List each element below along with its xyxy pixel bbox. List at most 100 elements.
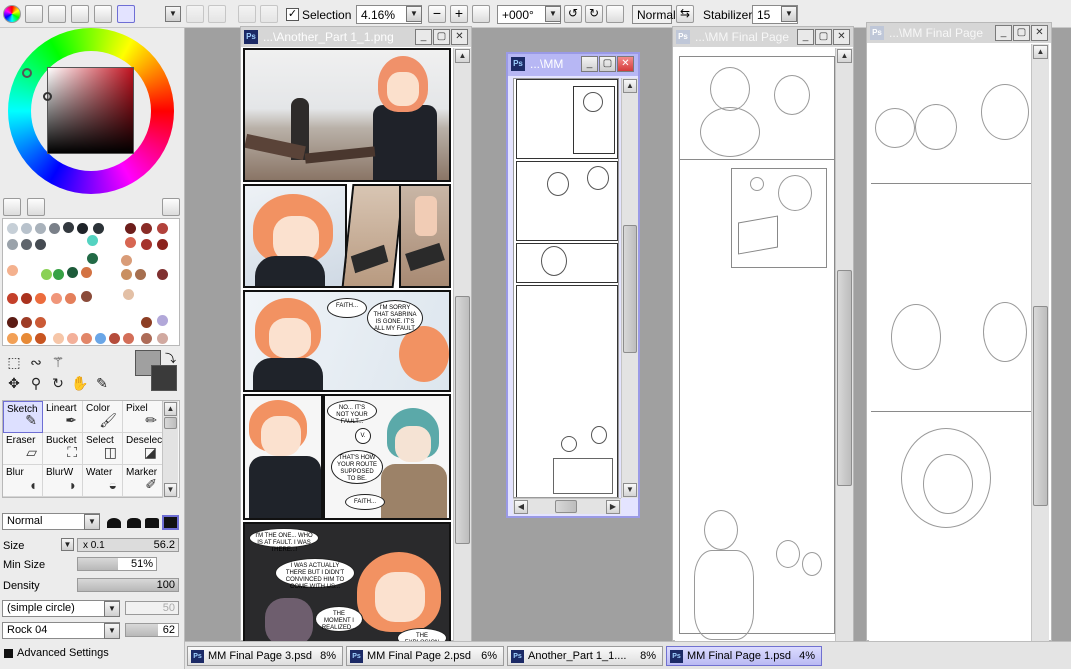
view-mode-select[interactable]: Normal (632, 5, 676, 24)
zoom-in-button[interactable]: + (450, 5, 468, 23)
scroll-up-icon[interactable]: ▲ (455, 49, 470, 63)
lasso-icon[interactable]: ∾ (27, 353, 45, 371)
size-slider[interactable]: x 0.1 56.2 (77, 538, 179, 552)
swatch-palette[interactable] (2, 218, 180, 346)
close-button[interactable]: ✕ (1031, 25, 1048, 41)
rotate-left-button[interactable]: ↺ (564, 5, 582, 23)
vertical-scrollbar[interactable]: ▲ (835, 48, 853, 642)
comic-canvas[interactable]: FAITH... I'M SORRY THAT SABRINA IS GONE.… (243, 48, 451, 642)
close-button[interactable]: ✕ (617, 56, 634, 72)
min-size-slider[interactable]: 51% (77, 557, 157, 571)
taskbar-document-tab[interactable]: Ps Another_Part 1_1.... 8% (507, 646, 663, 666)
hand-icon[interactable]: ✋ (71, 374, 89, 392)
brush-tool-water[interactable]: Water ◒ (83, 465, 123, 497)
move-icon[interactable]: ✥ (5, 374, 23, 392)
taskbar-document-tab[interactable]: Ps MM Final Page 2.psd 6% (346, 646, 504, 666)
minimize-button[interactable]: _ (415, 29, 432, 45)
color-wheel-tab-icon[interactable] (3, 5, 21, 23)
density-slider[interactable]: 100 (77, 578, 179, 592)
rgb-slider-tab-icon[interactable] (48, 5, 66, 23)
taskbar-document-tab[interactable]: Ps MM Final Page 3.psd 8% (187, 646, 343, 666)
eyedropper-icon[interactable]: ✎ (93, 374, 111, 392)
zoom-icon[interactable]: ⚲ (27, 374, 45, 392)
invert-selection-icon[interactable] (260, 5, 278, 23)
brush-grid-scrollbar[interactable]: ▲ ▼ (162, 401, 178, 498)
sv-marker[interactable] (43, 92, 52, 101)
maximize-button[interactable]: ▢ (1013, 25, 1030, 41)
scroll-up-icon[interactable]: ▲ (837, 49, 852, 63)
swap-colors-icon[interactable]: ⤵ (165, 350, 176, 366)
brush-tool-blur[interactable]: Blur ◖ (3, 465, 43, 497)
brush-tool-deselect[interactable]: Deselect ◪ (123, 433, 165, 465)
brush-tool-select[interactable]: Select ◫ (83, 433, 123, 465)
flip-horizontal-button[interactable]: ⇆ (676, 5, 694, 23)
brush-texture-select[interactable]: Rock 04 (2, 622, 120, 639)
maximize-button[interactable]: ▢ (815, 29, 832, 45)
scroll-left-icon[interactable]: ◀ (514, 500, 528, 514)
sketch-canvas-a[interactable] (675, 48, 835, 642)
brush-tool-eraser[interactable]: Eraser ▱ (3, 433, 43, 465)
palette-options-icon[interactable] (162, 198, 180, 216)
taskbar-document-tab[interactable]: Ps MM Final Page 1.psd 4% (666, 646, 822, 666)
texture-strength-slider[interactable]: 62 (125, 623, 179, 637)
palette-redo-icon[interactable] (27, 198, 45, 216)
brush-blend-dropdown[interactable]: ▼ (84, 514, 100, 530)
vertical-scrollbar[interactable]: ▲ (1031, 44, 1049, 642)
scroll-right-icon[interactable]: ▶ (606, 500, 620, 514)
brush-tool-bucket[interactable]: Bucket ⛶ (43, 433, 83, 465)
minimize-button[interactable]: _ (581, 56, 598, 72)
brush-shape-dropdown[interactable]: ▼ (104, 601, 120, 617)
minimize-button[interactable]: _ (995, 25, 1012, 41)
brush-shape-selector[interactable] (105, 514, 180, 530)
selection-checkbox[interactable]: ✓ (286, 8, 299, 21)
maximize-button[interactable]: ▢ (599, 56, 616, 72)
brush-tool-blurw[interactable]: BlurW ◗ (43, 465, 83, 497)
saturation-value-box[interactable] (47, 67, 134, 154)
horizontal-scrollbar[interactable]: ◀ ▶ (513, 498, 621, 514)
brush-tool-sketch[interactable]: Sketch ✎ (3, 401, 43, 433)
palette-tab-icon[interactable] (94, 5, 112, 23)
scroll-down-icon[interactable]: ▼ (623, 483, 637, 497)
size-range-dropdown[interactable]: ▼ (61, 538, 74, 551)
advanced-toggle-icon[interactable] (4, 649, 13, 658)
color-slider-tab-icon[interactable] (25, 5, 43, 23)
hue-marker[interactable] (22, 68, 32, 78)
maximize-button[interactable]: ▢ (433, 29, 450, 45)
magic-wand-icon[interactable]: ⚚ (49, 353, 67, 371)
advanced-settings-label[interactable]: Advanced Settings (17, 647, 109, 659)
scroll-up-icon[interactable]: ▲ (623, 79, 637, 93)
sketch-canvas-b[interactable] (869, 44, 1031, 642)
rotate-view-icon[interactable]: ↻ (49, 374, 67, 392)
brush-texture-dropdown[interactable]: ▼ (104, 623, 120, 639)
scroll-up-icon[interactable]: ▲ (1033, 45, 1048, 59)
swatch-tab-icon[interactable] (71, 5, 89, 23)
rotation-dropdown[interactable]: ▼ (545, 6, 561, 22)
brush-tool-marker[interactable]: Marker ✐ (123, 465, 163, 497)
undo-icon[interactable] (186, 5, 204, 23)
brush-tool-lineart[interactable]: Lineart ✒ (43, 401, 83, 433)
vertical-scrollbar[interactable]: ▲ (453, 48, 471, 642)
zoom-dropdown[interactable]: ▼ (406, 6, 422, 22)
close-button[interactable]: ✕ (833, 29, 850, 45)
panel-menu-dropdown[interactable]: ▼ (165, 6, 181, 22)
minimize-button[interactable]: _ (797, 29, 814, 45)
brush-scroll-down-icon[interactable]: ▼ (164, 483, 177, 497)
redo-icon[interactable] (208, 5, 226, 23)
close-button[interactable]: ✕ (451, 29, 468, 45)
brush-scroll-up-icon[interactable]: ▲ (164, 402, 177, 416)
rect-select-icon[interactable]: ⬚ (5, 353, 23, 371)
deselect-icon[interactable] (238, 5, 256, 23)
brush-tool-color[interactable]: Color 🖌 (83, 401, 123, 433)
zoom-out-button[interactable]: − (428, 5, 446, 23)
rotate-right-button[interactable]: ↻ (585, 5, 603, 23)
vertical-scrollbar[interactable]: ▲ ▼ (621, 78, 638, 498)
brush-tool-pixel[interactable]: Pixel ✏ (123, 401, 163, 433)
sub-color-swatch[interactable] (151, 365, 177, 391)
rotation-reset-button[interactable] (606, 5, 624, 23)
stabilizer-dropdown[interactable]: ▼ (781, 6, 797, 22)
zoom-reset-button[interactable] (472, 5, 490, 23)
scratchpad-tab-icon[interactable] (117, 5, 135, 23)
shape-strength-slider[interactable]: 50 (125, 601, 179, 615)
sketch-canvas-small[interactable] (513, 78, 619, 498)
palette-undo-icon[interactable] (3, 198, 21, 216)
